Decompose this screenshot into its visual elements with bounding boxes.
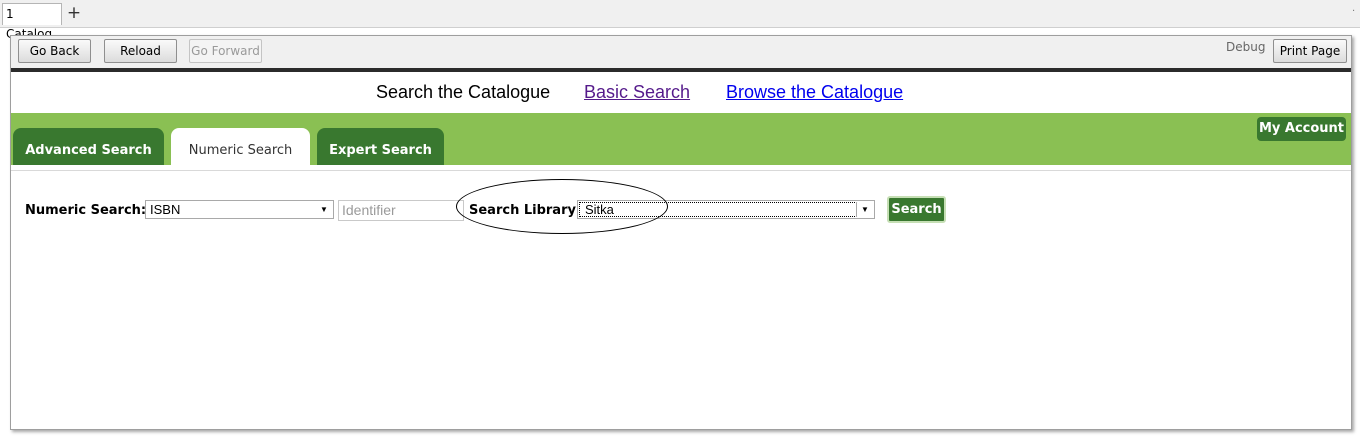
basic-search-link[interactable]: Basic Search bbox=[584, 82, 690, 103]
navigation-toolbar: Go Back Reload Go Forward Debug Print Pa… bbox=[11, 36, 1351, 68]
numeric-search-form: Numeric Search: ISBN ▼ Identifier Search… bbox=[11, 196, 1351, 226]
numeric-search-label: Numeric Search: bbox=[25, 203, 147, 218]
tab-catalog[interactable]: 1 Catalog bbox=[2, 3, 62, 41]
tabstrip-edge-mark: · bbox=[1352, 6, 1356, 17]
identifier-placeholder: Identifier bbox=[342, 202, 396, 218]
content-divider bbox=[11, 170, 1351, 171]
current-page-label: Search the Catalogue bbox=[376, 82, 551, 102]
chevron-down-icon: ▼ bbox=[861, 205, 869, 214]
select-separator bbox=[856, 202, 857, 217]
search-library-label: Search Library: bbox=[469, 203, 582, 218]
numeric-type-value: ISBN bbox=[150, 202, 181, 217]
search-tabs-bar: Advanced Search Numeric Search Expert Se… bbox=[11, 113, 1351, 165]
reload-button[interactable]: Reload bbox=[104, 39, 177, 63]
catalog-window: Go Back Reload Go Forward Debug Print Pa… bbox=[10, 35, 1352, 430]
print-page-button[interactable]: Print Page bbox=[1273, 39, 1347, 63]
my-account-button[interactable]: My Account bbox=[1257, 117, 1346, 141]
top-navigation: Search the Catalogue Basic Search Browse… bbox=[11, 72, 1351, 113]
identifier-input[interactable]: Identifier bbox=[338, 200, 464, 221]
go-forward-button[interactable]: Go Forward bbox=[189, 39, 262, 63]
chevron-down-icon: ▼ bbox=[320, 205, 328, 214]
search-library-select[interactable]: Sitka ▼ bbox=[577, 200, 875, 219]
tab-advanced-search[interactable]: Advanced Search bbox=[13, 128, 164, 165]
search-button[interactable]: Search bbox=[887, 196, 946, 223]
debug-label[interactable]: Debug bbox=[1226, 40, 1265, 54]
new-tab-icon[interactable]: + bbox=[66, 3, 82, 23]
library-value: Sitka bbox=[579, 202, 857, 217]
browse-catalogue-link[interactable]: Browse the Catalogue bbox=[726, 82, 903, 103]
numeric-type-select[interactable]: ISBN ▼ bbox=[145, 200, 334, 219]
tab-expert-search[interactable]: Expert Search bbox=[317, 128, 444, 165]
browser-tabstrip: 1 Catalog + · bbox=[0, 0, 1360, 41]
tab-numeric-search[interactable]: Numeric Search bbox=[171, 128, 310, 165]
go-back-button[interactable]: Go Back bbox=[18, 39, 91, 63]
